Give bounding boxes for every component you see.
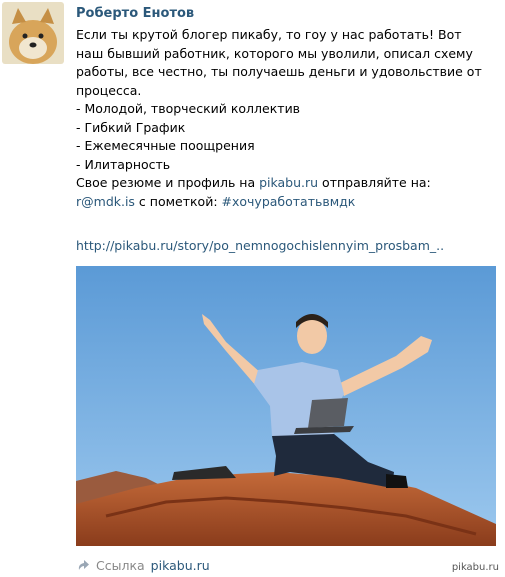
post-photo[interactable]	[76, 266, 496, 546]
source-link[interactable]: pikabu.ru	[151, 558, 210, 573]
bullet-item: - Гибкий График	[76, 119, 186, 135]
send-suffix: отправляйте на:	[318, 175, 431, 190]
post-text-line: процесса.	[76, 82, 142, 98]
send-prefix: Свое резюме и профиль на	[76, 175, 260, 190]
mark-text: с пометкой:	[134, 193, 222, 209]
story-link[interactable]: http://pikabu.ru/story/po_nemnogochislen…	[76, 238, 444, 253]
man-with-laptop-on-rock-image	[76, 266, 496, 546]
email-line: r@mdk.is с пометкой: #хочуработатьвмдк	[76, 193, 496, 212]
bullet-item: - Ежемесячные поощрения	[76, 138, 255, 153]
avatar[interactable]	[2, 2, 64, 64]
doge-avatar-image	[2, 2, 64, 64]
post-text-line: работы, все честно, ты получаешь деньги …	[76, 64, 482, 79]
email-link[interactable]: r@mdk.is	[76, 194, 135, 209]
post-author-name[interactable]: Роберто Енотов	[76, 6, 194, 21]
hashtag-link[interactable]: #хочуработатьвмдк	[222, 194, 356, 209]
source-bar: Ссылка pikabu.ru	[76, 558, 210, 573]
watermark: pikabu.ru	[451, 562, 499, 573]
post-text: Если ты крутой блогер пикабу, то гоу у н…	[76, 26, 496, 211]
source-label: Ссылка	[96, 558, 145, 573]
link-arrow-icon	[76, 559, 90, 573]
send-line: Свое резюме и профиль на pikabu.ru отпра…	[76, 174, 496, 193]
post-text-line: Если ты крутой блогер пикабу, то гоу у н…	[76, 27, 462, 42]
pikabu-link[interactable]: pikabu.ru	[259, 175, 318, 190]
bullet-item: - Илитарность	[76, 156, 171, 172]
bullet-item: - Молодой, творческий коллектив	[76, 101, 301, 116]
post-text-line: наш бывший работник, которого мы уволили…	[76, 45, 473, 61]
